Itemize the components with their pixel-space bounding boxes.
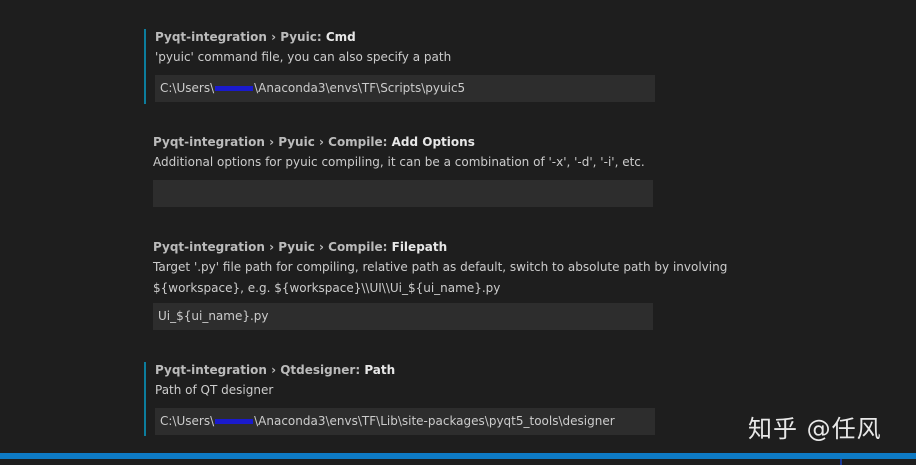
setting-breadcrumb: Pyqt-integration › Pyuic: (155, 30, 326, 44)
input-value-prefix: C:\Users\ (160, 81, 215, 95)
setting-description: 'pyuic' command file, you can also speci… (155, 50, 452, 64)
setting-compile-add-options: Pyqt-integration › Pyuic › Compile: Add … (144, 134, 816, 209)
setting-title: Pyqt-integration › Pyuic › Compile: File… (153, 240, 447, 254)
setting-title: Pyqt-integration › Qtdesigner: Path (155, 363, 395, 377)
setting-description: Target '.py' file path for compiling, re… (153, 260, 728, 295)
watermark: 知乎 @任风 (748, 415, 882, 443)
setting-key: Add Options (391, 135, 475, 149)
setting-qtdesigner-path: Pyqt-integration › Qtdesigner: Path Path… (144, 362, 818, 436)
setting-key: Cmd (325, 30, 356, 44)
setting-title: Pyqt-integration › Pyuic: Cmd (155, 30, 356, 44)
setting-pyuic-cmd: Pyqt-integration › Pyuic: Cmd 'pyuic' co… (144, 29, 818, 104)
setting-key: Path (364, 363, 396, 377)
redaction-mark (215, 86, 254, 91)
add-options-input[interactable] (153, 180, 653, 207)
setting-title: Pyqt-integration › Pyuic › Compile: Add … (153, 135, 475, 149)
qtdesigner-path-input[interactable]: C:\Users\ \Anaconda3\envs\TF\Lib\site-pac… (155, 408, 655, 435)
input-value-suffix: \Anaconda3\envs\TF\Scripts\pyuic5 (254, 81, 466, 95)
setting-breadcrumb: Pyqt-integration › Pyuic › Compile: (153, 135, 392, 149)
setting-compile-filepath: Pyqt-integration › Pyuic › Compile: File… (144, 239, 816, 331)
setting-description: Path of QT designer (155, 383, 274, 397)
setting-key: Filepath (391, 240, 448, 254)
pyuic-cmd-input[interactable]: C:\Users\ \Anaconda3\envs\TF\Scripts\pyui… (155, 75, 655, 102)
filepath-input[interactable]: Ui_${ui_name}.py (153, 303, 653, 330)
setting-description: Additional options for pyuic compiling, … (153, 155, 645, 169)
setting-breadcrumb: Pyqt-integration › Pyuic › Compile: (153, 240, 392, 254)
status-bar (0, 453, 916, 459)
input-value-suffix: \Anaconda3\envs\TF\Lib\site-packages\pyq… (254, 414, 615, 428)
input-value-prefix: C:\Users\ (160, 414, 215, 428)
cursor-line (840, 459, 842, 465)
setting-breadcrumb: Pyqt-integration › Qtdesigner: (155, 363, 365, 377)
redaction-mark (215, 419, 254, 424)
